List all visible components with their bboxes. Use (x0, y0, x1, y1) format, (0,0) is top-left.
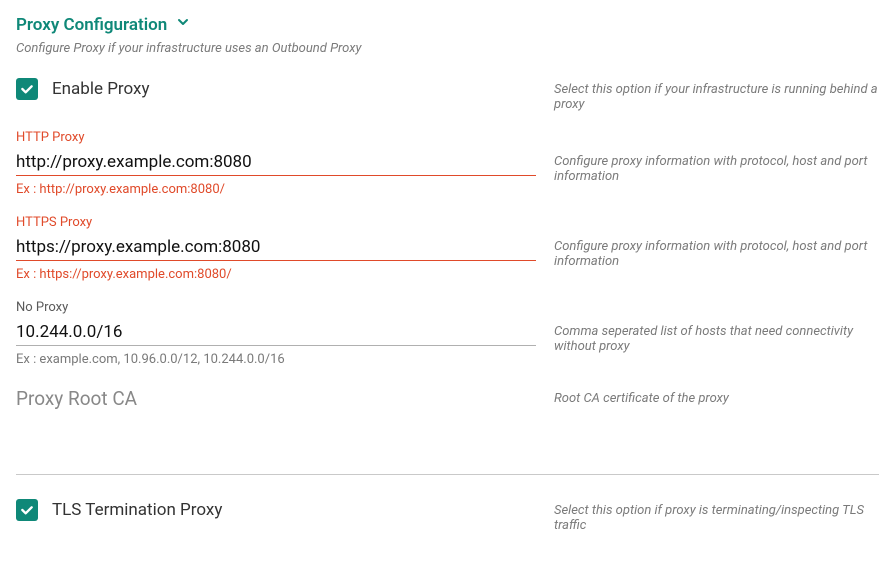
root-ca-help: Root CA certificate of the proxy (554, 391, 879, 406)
http-proxy-label: HTTP Proxy (16, 130, 536, 145)
enable-proxy-label: Enable Proxy (52, 79, 150, 99)
https-proxy-help: Configure proxy information with protoco… (554, 239, 879, 269)
divider (16, 474, 879, 475)
http-proxy-input[interactable] (16, 149, 536, 176)
no-proxy-example: Ex : example.com, 10.96.0.0/12, 10.244.0… (16, 352, 536, 367)
check-icon (19, 502, 35, 518)
http-proxy-help: Configure proxy information with protoco… (554, 154, 879, 184)
https-proxy-example: Ex : https://proxy.example.com:8080/ (16, 267, 536, 282)
root-ca-field[interactable]: Proxy Root CA (16, 385, 536, 446)
check-icon (19, 81, 35, 97)
section-subtitle: Configure Proxy if your infrastructure u… (16, 41, 879, 56)
chevron-down-icon (175, 14, 191, 35)
https-proxy-input[interactable] (16, 234, 536, 261)
http-proxy-example: Ex : http://proxy.example.com:8080/ (16, 182, 536, 197)
section-title: Proxy Configuration (16, 15, 167, 35)
enable-proxy-help: Select this option if your infrastructur… (554, 82, 879, 112)
no-proxy-label: No Proxy (16, 300, 536, 315)
enable-proxy-checkbox[interactable] (16, 78, 38, 100)
tls-proxy-checkbox[interactable] (16, 499, 38, 521)
tls-proxy-label: TLS Termination Proxy (52, 500, 222, 520)
tls-proxy-help: Select this option if proxy is terminati… (554, 503, 879, 533)
section-toggle[interactable]: Proxy Configuration (16, 14, 879, 35)
no-proxy-input[interactable] (16, 319, 536, 346)
https-proxy-label: HTTPS Proxy (16, 215, 536, 230)
no-proxy-help: Comma seperated list of hosts that need … (554, 324, 879, 354)
